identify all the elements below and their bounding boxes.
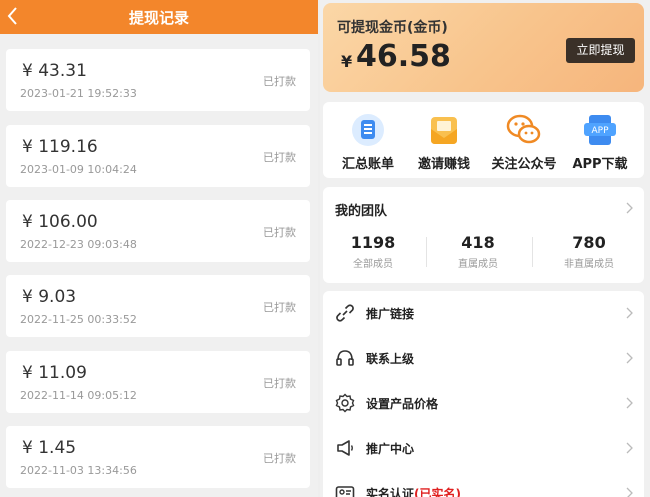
app-download-icon: APP <box>584 115 616 145</box>
chevron-right-icon <box>626 442 633 454</box>
stat-indirect-members[interactable]: 780 非直属成员 <box>539 233 639 270</box>
stat-value: 418 <box>461 233 495 252</box>
record-status: 已打款 <box>263 226 296 239</box>
verified-note: (已实名) <box>414 487 461 497</box>
quick-item-label: 邀请赚钱 <box>417 157 470 172</box>
quick-item-app-download[interactable]: APP APP下载 <box>560 112 640 174</box>
chevron-right-icon <box>626 307 633 319</box>
record-date: 2023-01-09 10:04:24 <box>20 163 137 176</box>
record-status: 已打款 <box>263 452 296 465</box>
stat-value: 1198 <box>350 233 396 252</box>
quick-item-summary-bill[interactable]: 汇总账单 <box>328 112 408 174</box>
divider <box>426 237 427 267</box>
menu-label: 推广链接 <box>366 307 415 321</box>
page-title: 提现记录 <box>128 9 189 27</box>
quick-actions: 汇总账单 邀请赚钱 关注公众号 APP APP下载 <box>323 102 644 178</box>
record-amount: ¥ 11.09 <box>22 363 87 383</box>
quick-item-label: 汇总账单 <box>341 157 394 172</box>
menu-label-text: 实名认证 <box>366 487 415 497</box>
chevron-right-icon <box>626 202 633 214</box>
menu-label: 实名认证(已实名) <box>366 485 461 497</box>
gear-icon <box>335 393 355 413</box>
record-amount: ¥ 9.03 <box>22 287 77 307</box>
stat-label: 直属成员 <box>458 259 498 270</box>
coin-amount: 46.58 <box>356 39 451 74</box>
quick-item-follow-account[interactable]: 关注公众号 <box>484 112 564 174</box>
record-status: 已打款 <box>263 75 296 88</box>
menu-item-contact-superior[interactable]: 联系上级 <box>323 336 644 381</box>
record-date: 2022-11-25 00:33:52 <box>20 313 137 326</box>
menu-label: 联系上级 <box>366 352 415 366</box>
currency-symbol: ¥ <box>341 52 353 71</box>
megaphone-icon <box>337 440 353 456</box>
stat-direct-members[interactable]: 418 直属成员 <box>428 233 528 270</box>
menu-label: 推广中心 <box>366 442 415 456</box>
record-amount: ¥ 106.00 <box>22 212 98 232</box>
stat-label: 全部成员 <box>353 259 393 270</box>
menu-item-product-price[interactable]: 设置产品价格 <box>323 381 644 426</box>
stat-all-members[interactable]: 1198 全部成员 <box>323 233 423 270</box>
quick-item-label: APP下载 <box>572 157 628 172</box>
withdraw-now-button[interactable]: 立即提现 <box>566 38 635 63</box>
record-item[interactable]: ¥ 119.16 2023-01-09 10:04:24 已打款 <box>6 125 310 187</box>
record-date: 2022-11-03 13:34:56 <box>20 464 137 477</box>
record-date: 2022-11-14 09:05:12 <box>20 389 137 402</box>
bill-icon <box>352 114 384 146</box>
record-item[interactable]: ¥ 106.00 2022-12-23 09:03:48 已打款 <box>6 200 310 262</box>
my-team-card[interactable]: 我的团队 1198 全部成员 418 直属成员 780 非直属成员 <box>323 187 644 283</box>
account-panel: 可提现金币(金币) ¥ 46.58 立即提现 汇总账单 邀请赚钱 关注公众号 A… <box>320 0 650 497</box>
chevron-right-icon <box>626 487 633 497</box>
record-amount: ¥ 1.45 <box>22 438 77 458</box>
stat-value: 780 <box>572 233 606 252</box>
menu-item-promo-center[interactable]: 推广中心 <box>323 426 644 471</box>
link-icon <box>336 304 354 322</box>
team-title: 我的团队 <box>335 204 388 219</box>
quick-item-label: 关注公众号 <box>491 157 557 172</box>
record-item[interactable]: ¥ 43.31 2023-01-21 19:52:33 已打款 <box>6 49 310 111</box>
quick-item-invite[interactable]: 邀请赚钱 <box>404 112 484 174</box>
settings-menu: 推广链接 联系上级 设置产品价格 推广中心 实名认证(已实名) <box>323 291 644 497</box>
record-date: 2022-12-23 09:03:48 <box>20 238 137 251</box>
svg-text:APP: APP <box>591 126 609 136</box>
record-status: 已打款 <box>263 301 296 314</box>
withdraw-records-panel: 提现记录 ¥ 43.31 2023-01-21 19:52:33 已打款 ¥ 1… <box>0 0 318 497</box>
divider <box>532 237 533 267</box>
record-amount: ¥ 43.31 <box>22 61 87 81</box>
chevron-right-icon <box>626 352 633 364</box>
record-status: 已打款 <box>263 151 296 164</box>
wechat-icon <box>506 114 541 144</box>
invite-envelope-icon <box>431 117 457 144</box>
record-item[interactable]: ¥ 1.45 2022-11-03 13:34:56 已打款 <box>6 426 310 488</box>
record-item[interactable]: ¥ 11.09 2022-11-14 09:05:12 已打款 <box>6 351 310 413</box>
record-date: 2023-01-21 19:52:33 <box>20 87 137 100</box>
coin-label: 可提现金币(金币) <box>337 20 448 36</box>
chevron-right-icon <box>626 397 633 409</box>
stat-label: 非直属成员 <box>564 259 614 270</box>
record-status: 已打款 <box>263 377 296 390</box>
menu-item-real-name-auth[interactable]: 实名认证(已实名) <box>323 471 644 497</box>
menu-label: 设置产品价格 <box>366 397 439 411</box>
withdrawable-coins-card: 可提现金币(金币) ¥ 46.58 立即提现 <box>323 3 644 92</box>
record-item[interactable]: ¥ 9.03 2022-11-25 00:33:52 已打款 <box>6 275 310 337</box>
menu-item-promo-link[interactable]: 推广链接 <box>323 291 644 336</box>
record-amount: ¥ 119.16 <box>22 137 98 157</box>
headset-icon <box>336 350 354 366</box>
id-card-icon <box>335 486 355 497</box>
header-bar: 提现记录 <box>0 0 318 34</box>
